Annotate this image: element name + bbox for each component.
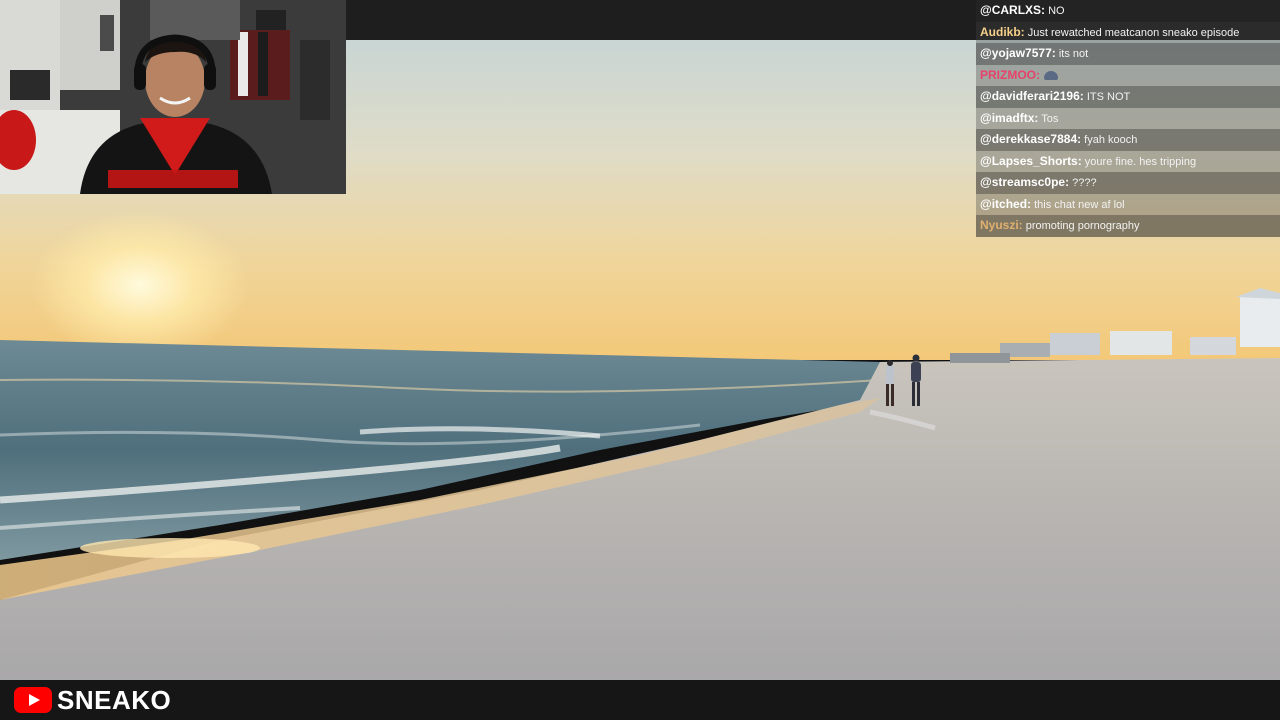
chat-message: @davidferari2196: ITS NOT bbox=[976, 86, 1280, 108]
chat-username: @CARLXS: bbox=[980, 3, 1046, 17]
chat-text: NO bbox=[1048, 5, 1065, 17]
chat-message: @streamsc0pe: ???? bbox=[976, 172, 1280, 194]
chat-username: @streamsc0pe: bbox=[980, 175, 1070, 189]
chat-username: Nyuszi: bbox=[980, 218, 1023, 232]
chat-text: Just rewatched meatcanon sneako episode bbox=[1027, 26, 1240, 39]
chat-message: @CARLXS: NO bbox=[976, 0, 1280, 22]
live-chat-overlay: @CARLXS: NO Audikb: Just rewatched meatc… bbox=[976, 0, 1280, 237]
chat-username: Audikb: bbox=[980, 24, 1025, 39]
chat-message: @Lapses_Shorts: youre fine. hes tripping bbox=[976, 150, 1280, 172]
channel-branding: SNEAKO bbox=[14, 684, 172, 715]
bottom-letterbox-bar bbox=[0, 680, 1280, 720]
chat-text: ITS NOT bbox=[1086, 91, 1131, 103]
streamer-webcam-overlay bbox=[0, 0, 346, 194]
chat-message: @yojaw7577: its not bbox=[976, 43, 1280, 65]
chat-message: @itched: this chat new af lol bbox=[976, 193, 1280, 215]
hooded-emote-icon bbox=[1044, 71, 1058, 81]
chat-message: @imadftx: Tos bbox=[976, 107, 1280, 129]
chat-message: @derekkase7884: fyah kooch bbox=[976, 129, 1280, 151]
channel-name: SNEAKO bbox=[57, 684, 172, 715]
youtube-logo-icon bbox=[14, 687, 52, 713]
chat-username: @Lapses_Shorts: bbox=[980, 153, 1082, 168]
beach-houses bbox=[950, 288, 1280, 363]
chat-message: Nyuszi: promoting pornography bbox=[976, 215, 1280, 237]
chat-text: ???? bbox=[1072, 177, 1097, 189]
chat-text: youre fine. hes tripping bbox=[1084, 155, 1197, 168]
chat-username: @derekkase7884: bbox=[980, 132, 1082, 146]
chat-username: @itched: bbox=[980, 196, 1032, 211]
chat-text: fyah kooch bbox=[1084, 134, 1138, 146]
chat-message: PRIZMOO: bbox=[976, 64, 1280, 86]
chat-username: PRIZMOO: bbox=[980, 67, 1040, 82]
chat-username: @davidferari2196: bbox=[980, 89, 1084, 103]
chat-message: Audikb: Just rewatched meatcanon sneako … bbox=[976, 21, 1280, 43]
chat-username: @yojaw7577: bbox=[980, 46, 1056, 60]
chat-text: this chat new af lol bbox=[1034, 198, 1125, 211]
chat-username: @imadftx: bbox=[980, 110, 1039, 125]
people-walking bbox=[886, 354, 921, 406]
chat-text: promoting pornography bbox=[1025, 220, 1140, 232]
chat-text: its not bbox=[1058, 48, 1089, 60]
webcam-feed bbox=[0, 0, 346, 194]
chat-text: Tos bbox=[1041, 112, 1059, 125]
